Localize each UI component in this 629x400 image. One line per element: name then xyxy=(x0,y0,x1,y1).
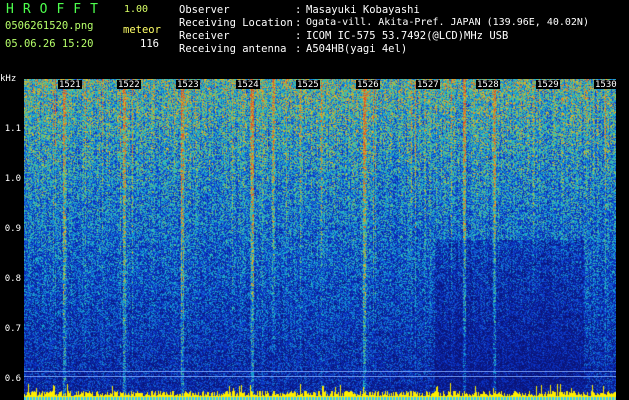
xtick-1528: 1528 xyxy=(476,80,500,90)
observer-value: Masayuki Kobayashi xyxy=(306,4,420,16)
type-label: meteor xyxy=(123,24,161,36)
sep-2: : xyxy=(295,30,302,42)
reference-line xyxy=(24,371,616,372)
yaxis-unit: kHz xyxy=(0,74,17,84)
xtick-1524: 1524 xyxy=(236,80,260,90)
app-title: HROFFT xyxy=(6,2,107,17)
xtick-1527: 1527 xyxy=(416,80,440,90)
xtick-1529: 1529 xyxy=(536,80,560,90)
sep-1: : xyxy=(295,17,302,29)
observer-label: Observer xyxy=(179,4,230,16)
datetime-label: 05.06.26 15:20 xyxy=(5,38,94,50)
filename-label: 0506261520.png xyxy=(5,20,94,32)
sep-0: : xyxy=(295,4,302,16)
xtick-1526: 1526 xyxy=(356,80,380,90)
receiver-label: Receiver xyxy=(179,30,230,42)
reference-line xyxy=(24,376,616,377)
xtick-1521: 1521 xyxy=(58,80,82,90)
count-label: 116 xyxy=(140,38,159,50)
location-label: Receiving Location xyxy=(179,17,293,29)
ytick-0.8: 0.8 xyxy=(4,274,21,284)
ytick-0.6: 0.6 xyxy=(4,374,21,384)
xtick-1523: 1523 xyxy=(176,80,200,90)
antenna-value: A504HB(yagi 4el) xyxy=(306,43,408,55)
xtick-1522: 1522 xyxy=(117,80,141,90)
antenna-label: Receiving antenna xyxy=(179,43,287,55)
version-label: 1.00 xyxy=(124,4,149,15)
receiver-value: ICOM IC-575 53.7492(@LCD)MHz USB xyxy=(306,30,509,42)
xtick-1530: 1530 xyxy=(594,80,618,90)
ytick-0.7: 0.7 xyxy=(4,324,21,334)
spectrogram-canvas xyxy=(24,79,616,400)
location-value: Ogata-vill. Akita-Pref. JAPAN (139.96E, … xyxy=(306,17,589,28)
sep-3: : xyxy=(295,43,302,55)
ytick-0.9: 0.9 xyxy=(4,224,21,234)
ytick-1.1: 1.1 xyxy=(4,124,21,134)
ytick-1.0: 1.0 xyxy=(4,174,21,184)
xtick-1525: 1525 xyxy=(296,80,320,90)
